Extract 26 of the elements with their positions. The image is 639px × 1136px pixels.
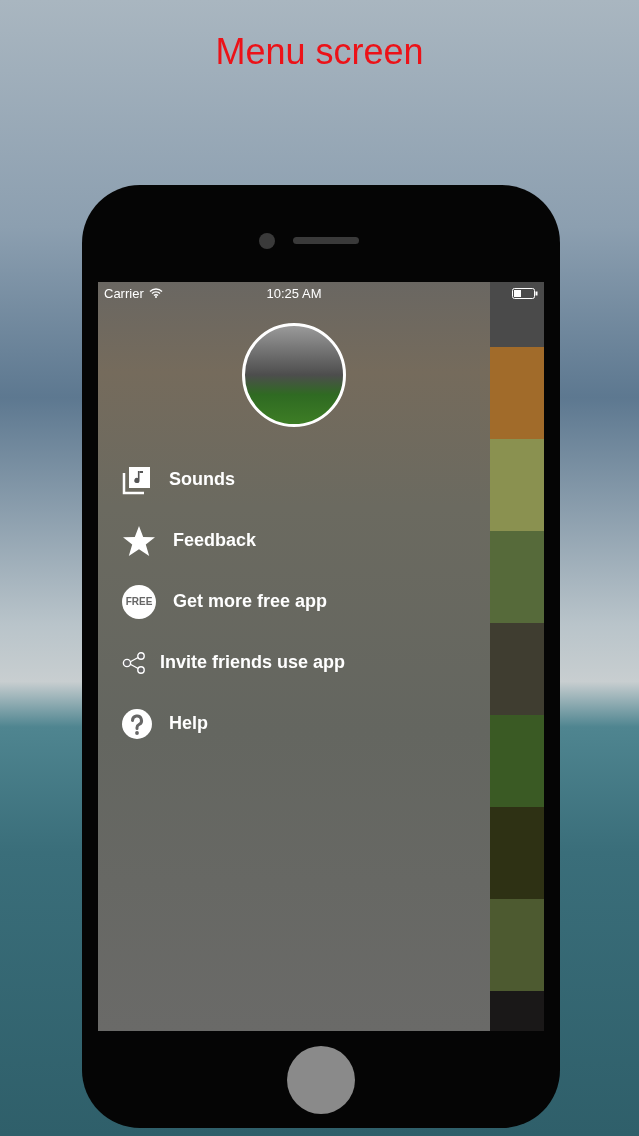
color-tile[interactable] (490, 347, 544, 439)
color-tile[interactable] (490, 991, 544, 1031)
menu-item[interactable]: Feedback (120, 510, 257, 571)
color-tile[interactable] (490, 531, 544, 623)
help-icon (122, 708, 152, 739)
speaker-slot (293, 237, 359, 244)
menu-item[interactable]: Help (120, 693, 208, 754)
music-library-icon (122, 464, 152, 495)
wifi-icon (148, 288, 163, 298)
menu-item[interactable]: FREE Get more free app (120, 571, 328, 632)
battery-icon (512, 287, 538, 299)
menu-item[interactable]: Invite friends use app (120, 632, 346, 693)
color-tile[interactable] (490, 715, 544, 807)
menu-item[interactable]: Sounds (120, 449, 235, 510)
carrier-label: Carrier (104, 285, 144, 301)
share-icon (122, 651, 146, 674)
color-tile[interactable] (490, 623, 544, 715)
star-icon (122, 524, 156, 557)
color-tile[interactable] (490, 807, 544, 899)
color-tile[interactable] (490, 439, 544, 531)
color-tile[interactable] (490, 282, 544, 347)
status-time: 10:25 AM (266, 285, 322, 301)
color-tile[interactable] (490, 899, 544, 991)
caption: Menu screen (215, 30, 424, 74)
camera-dot (259, 232, 275, 249)
free-badge-icon: FREE (122, 584, 156, 619)
